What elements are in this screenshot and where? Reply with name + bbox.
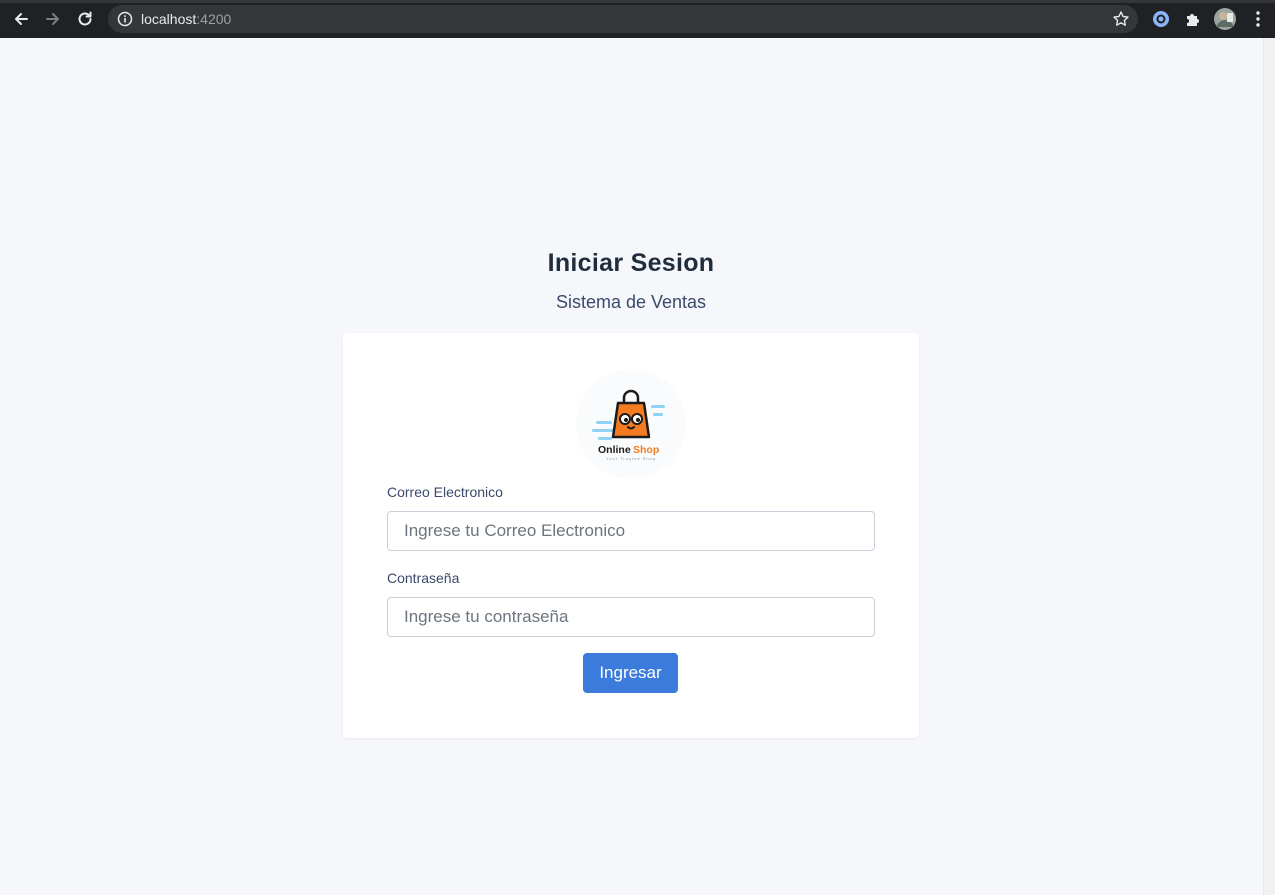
address-bar[interactable]: localhost:4200 bbox=[108, 5, 1138, 33]
arrow-right-icon bbox=[46, 13, 59, 25]
page-scrollbar[interactable] bbox=[1263, 38, 1275, 895]
shopping-bag-icon: Online Shop Your Trusted Shop bbox=[592, 389, 665, 461]
menu-dots-icon[interactable] bbox=[1248, 9, 1268, 29]
bookmark-star-icon[interactable] bbox=[1112, 10, 1130, 28]
address-url[interactable]: localhost:4200 bbox=[141, 11, 231, 27]
forward-button[interactable] bbox=[41, 8, 65, 30]
arrow-left-icon bbox=[15, 13, 28, 25]
password-field[interactable] bbox=[387, 597, 875, 637]
back-button[interactable] bbox=[9, 8, 33, 30]
browser-toolbar: localhost:4200 bbox=[0, 0, 1275, 38]
url-port: :4200 bbox=[196, 11, 232, 27]
reload-button[interactable] bbox=[73, 8, 97, 30]
logo-name-shop: Shop bbox=[633, 444, 659, 456]
login-card: Online Shop Your Trusted Shop Correo Ele… bbox=[343, 333, 919, 738]
email-label: Correo Electronico bbox=[387, 484, 503, 500]
url-host: localhost bbox=[141, 11, 197, 27]
password-label: Contraseña bbox=[387, 570, 460, 586]
email-field[interactable] bbox=[387, 511, 875, 551]
logo-name-online: Online bbox=[598, 444, 631, 456]
profile-avatar-icon[interactable] bbox=[1214, 8, 1236, 30]
page-subtitle: Sistema de Ventas bbox=[555, 292, 707, 312]
reload-icon bbox=[78, 11, 92, 26]
extensions-puzzle-icon[interactable] bbox=[1183, 9, 1203, 29]
login-submit-button[interactable]: Ingresar bbox=[583, 653, 678, 693]
tab-strip-edge bbox=[0, 0, 1275, 3]
online-shop-logo: Online Shop Your Trusted Shop bbox=[576, 369, 686, 479]
logo-tagline: Your Trusted Shop bbox=[606, 456, 656, 461]
extension-shield-icon[interactable] bbox=[1151, 9, 1171, 29]
info-icon[interactable] bbox=[117, 11, 133, 27]
page-title: Iniciar Sesion bbox=[547, 249, 715, 277]
